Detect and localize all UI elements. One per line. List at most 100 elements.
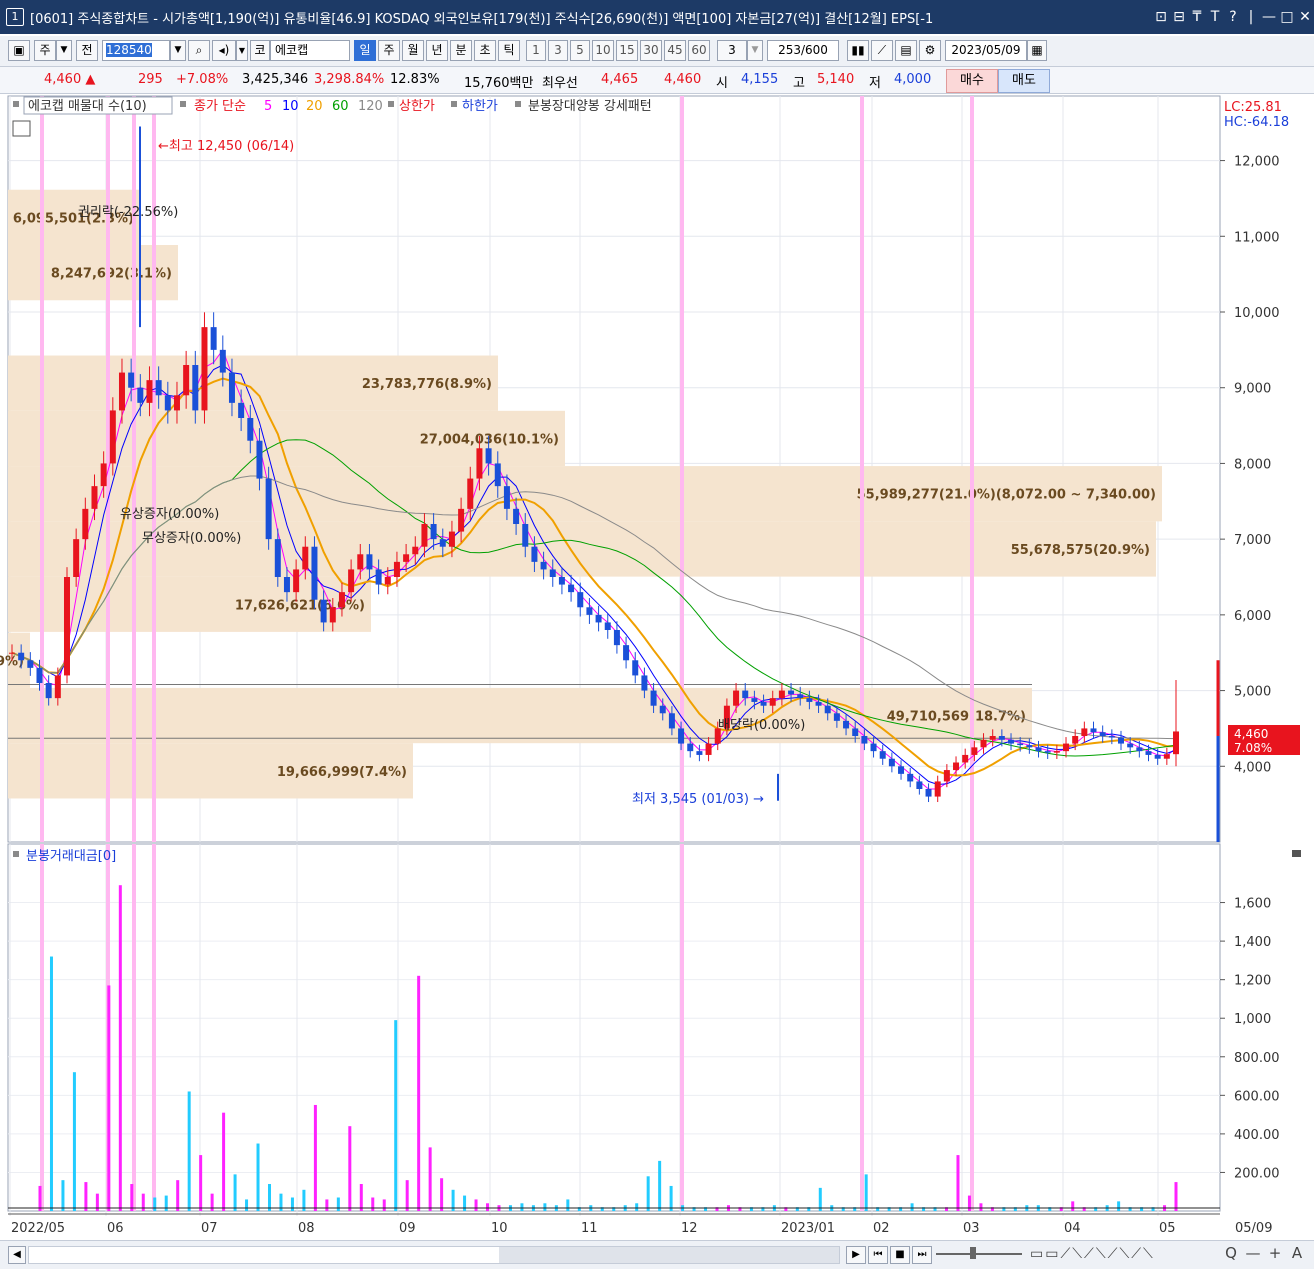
buy-button[interactable]: 매수	[946, 69, 998, 93]
search-icon[interactable]: ⌕	[188, 40, 210, 61]
zoom-button-3[interactable]: A	[1288, 1244, 1306, 1262]
legend-ma60[interactable]: 60	[332, 99, 349, 114]
scrollbar[interactable]	[28, 1246, 840, 1264]
volume-profile-band	[8, 687, 1032, 744]
candle-body	[980, 739, 987, 748]
legend-ma120[interactable]: 120	[358, 99, 383, 114]
nav-button-2[interactable]: ■	[890, 1246, 910, 1264]
candle-body	[283, 577, 290, 593]
count-field[interactable]: 253/600	[767, 40, 839, 61]
market-select[interactable]: 주	[34, 40, 56, 61]
interval-input[interactable]: 3	[717, 40, 747, 61]
legend-upper[interactable]: 상한가	[399, 99, 435, 114]
minute-button-10[interactable]: 10	[592, 40, 614, 61]
zoom-button-1[interactable]: —	[1244, 1244, 1262, 1262]
table-icon[interactable]	[12, 120, 31, 137]
stock-code-input[interactable]: 128540	[102, 40, 170, 61]
zoom-slider[interactable]	[936, 1253, 1022, 1255]
interval-dropdown-icon[interactable]: ▼	[747, 40, 763, 61]
period-tab-3[interactable]: 년	[426, 40, 448, 61]
candle-type-icon[interactable]: ▮▮	[847, 40, 869, 61]
legend-ma20[interactable]: 20	[306, 99, 323, 114]
window-control-2[interactable]: ₸	[1188, 9, 1206, 25]
candle-body	[274, 539, 281, 577]
chart-area[interactable]: 6,095,501(2.3%)8,247,692(3.1%)23,783,776…	[0, 94, 1314, 1240]
volume-bar	[658, 1160, 662, 1211]
stock-name-field[interactable]: 에코캡	[270, 40, 350, 61]
scroll-left-icon[interactable]: ◀	[8, 1246, 26, 1264]
minute-button-15[interactable]: 15	[616, 40, 638, 61]
drawing-tools-icon[interactable]: ▭▭⟋⟍⟋⟍⟋⟍⟋⟍	[1030, 1246, 1155, 1262]
candle-body	[458, 508, 465, 532]
calendar-icon[interactable]: ▦	[1027, 40, 1047, 61]
sell-button[interactable]: 매도	[998, 69, 1050, 93]
minute-button-1[interactable]: 1	[526, 40, 546, 61]
scrollbar-thumb[interactable]	[499, 1247, 839, 1263]
market-dropdown-icon[interactable]: ▼	[56, 40, 72, 61]
panel-collapse-icon[interactable]	[1292, 850, 1301, 857]
window-control-5[interactable]: |	[1242, 9, 1260, 25]
gear-icon[interactable]: ⚙	[919, 40, 941, 61]
window-control-1[interactable]: ⊟	[1170, 9, 1188, 25]
candle-body	[118, 372, 125, 411]
minute-button-60[interactable]: 60	[688, 40, 710, 61]
legend-profile[interactable]: 에코캡 매물대 수(10)	[28, 99, 147, 114]
volume-bar	[245, 1199, 249, 1211]
window-control-0[interactable]: ⊡	[1152, 9, 1170, 25]
minute-button-45[interactable]: 45	[664, 40, 686, 61]
legend-lower[interactable]: 하한가	[462, 99, 498, 114]
candle-body	[577, 592, 584, 608]
line-tool-icon[interactable]: ⟋	[871, 40, 893, 61]
x-tick-label: 05/09	[1235, 1221, 1272, 1236]
window-control-3[interactable]: T	[1206, 9, 1224, 25]
window-control-6[interactable]: —	[1260, 9, 1278, 25]
candle-body	[146, 380, 153, 403]
nav-button-0[interactable]: ▶	[846, 1246, 866, 1264]
nav-button-1[interactable]: ⏮	[868, 1246, 888, 1264]
minute-button-30[interactable]: 30	[640, 40, 662, 61]
candle-body	[45, 683, 52, 699]
current-price-value: 4,460	[1234, 727, 1268, 741]
date-input[interactable]: 2023/05/09	[945, 40, 1027, 61]
period-tab-2[interactable]: 월	[402, 40, 424, 61]
period-tab-5[interactable]: 초	[474, 40, 496, 61]
zoom-button-0[interactable]: Q	[1222, 1244, 1240, 1262]
volume-bar	[256, 1143, 260, 1211]
window-control-8[interactable]: ✕	[1296, 9, 1314, 25]
nav-button-3[interactable]: ⏭	[912, 1246, 932, 1264]
all-button[interactable]: 전	[76, 40, 98, 61]
candle-body	[100, 463, 107, 487]
volume-bar	[520, 1203, 524, 1211]
minute-button-3[interactable]: 3	[548, 40, 568, 61]
candle-body	[632, 660, 639, 676]
period-tab-1[interactable]: 주	[378, 40, 400, 61]
volume-bar	[49, 956, 53, 1211]
window-control-7[interactable]: □	[1278, 9, 1296, 25]
market2-select[interactable]: 코	[250, 40, 270, 61]
candle-body	[861, 736, 868, 744]
volume-title[interactable]: 분봉거래대금[0]	[26, 849, 116, 864]
save-icon[interactable]: ▤	[895, 40, 917, 61]
speaker-dropdown-icon[interactable]: ▼	[236, 40, 248, 61]
period-tab-0[interactable]: 일	[354, 40, 376, 61]
window-control-4[interactable]: ?	[1224, 9, 1242, 25]
zoom-button-2[interactable]: +	[1266, 1244, 1284, 1262]
volume-bar	[84, 1182, 88, 1211]
zoom-slider-handle[interactable]	[970, 1247, 976, 1259]
legend-ma-label[interactable]: 종가 단순	[194, 99, 246, 114]
legend-pattern[interactable]: 분봉장대양봉 강세패턴	[528, 99, 652, 114]
code-dropdown-icon[interactable]: ▼	[170, 40, 186, 61]
layout-icon[interactable]: ▣	[8, 40, 30, 61]
speaker-icon[interactable]: ◂)	[212, 40, 236, 61]
minute-button-5[interactable]: 5	[570, 40, 590, 61]
legend-ma10[interactable]: 10	[282, 99, 299, 114]
candle-body	[733, 690, 740, 706]
price-tick-label: 12,000	[1234, 155, 1280, 170]
period-tab-4[interactable]: 분	[450, 40, 472, 61]
volume-bar	[61, 1180, 65, 1211]
period-tab-6[interactable]: 틱	[498, 40, 520, 61]
legend-ma5[interactable]: 5	[264, 99, 272, 114]
volume-tick-label: 1,000	[1234, 1012, 1271, 1027]
candle-body	[586, 607, 593, 615]
legend-bullet	[180, 101, 186, 107]
